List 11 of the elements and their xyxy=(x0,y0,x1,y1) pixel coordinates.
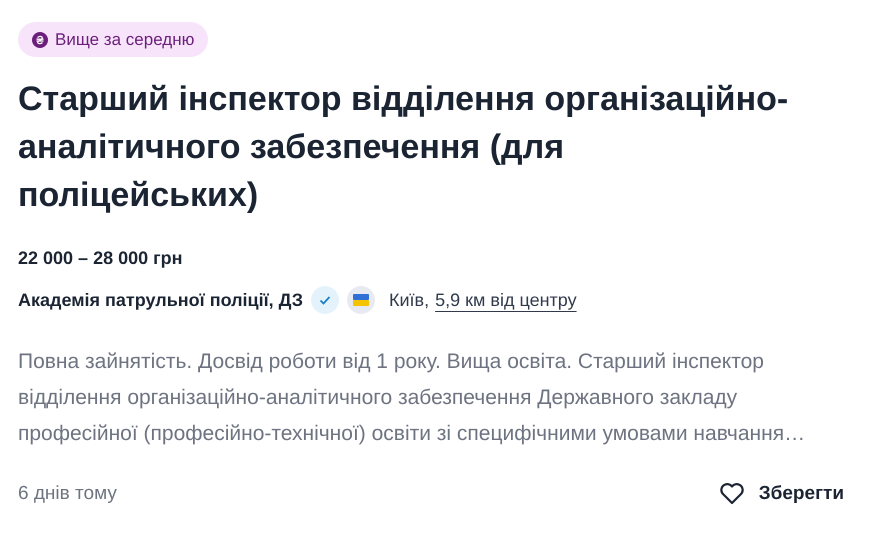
distance-link[interactable]: 5,9 км від центру xyxy=(435,286,577,314)
job-title[interactable]: Старший інспектор відділення організаційно-аналітичного забезпечення (для поліцейських) xyxy=(18,75,798,219)
city-label: Київ, xyxy=(389,288,430,312)
salary-range: 22 000 – 28 000 грн xyxy=(18,247,184,270)
job-description: Повна зайнятість. Досвід роботи від 1 року. Вища освіта. Старший інспектор відділення організаційно-аналітичного забезпечення Державного закладу професійної (професійно-технічної) освіти зі специфічними умовами навчання… xyxy=(18,349,806,447)
posted-date: 6 днів тому xyxy=(18,482,117,506)
badge-label: Вище за середню xyxy=(55,28,194,51)
ukraine-flag-icon xyxy=(347,286,376,314)
hryvnia-icon xyxy=(32,32,48,48)
save-button[interactable]: Зберегти xyxy=(718,480,844,508)
company-name[interactable]: Академія патрульної поліції, ДЗ xyxy=(18,286,304,314)
